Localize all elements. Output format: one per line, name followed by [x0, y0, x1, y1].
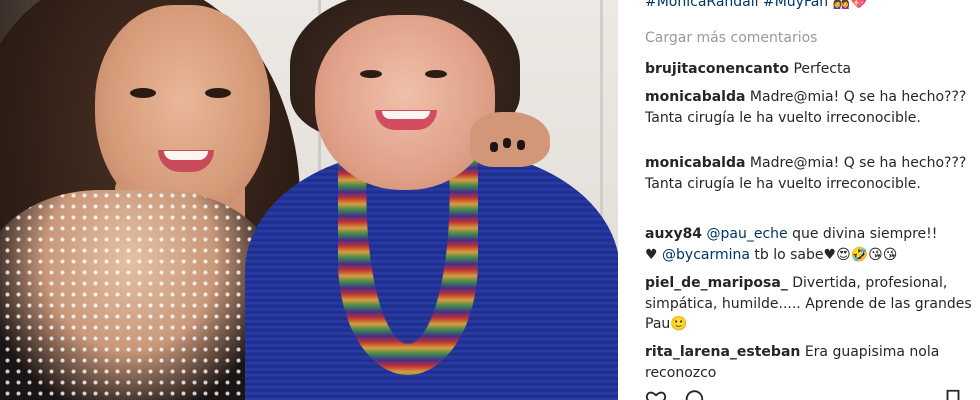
- left-person-smile: [164, 151, 208, 160]
- left-person-face: [95, 5, 270, 220]
- comment-item: auxy84 @pau_eche que divina siempre!! ♥ …: [645, 224, 975, 265]
- caption-emoji: 👩‍❤️‍👩💖: [832, 0, 868, 10]
- comment-text: Perfecta: [793, 61, 852, 77]
- caption-hashtags[interactable]: #MonicaRandall #MuyFan: [645, 0, 828, 10]
- post-photo[interactable]: [0, 0, 618, 400]
- post-actions-bar: [645, 382, 965, 400]
- right-person-smile: [382, 111, 430, 119]
- comment-username[interactable]: rita_larena_esteban: [645, 344, 800, 360]
- comment-item: monicabalda Madre@mia! Q se ha hecho??? …: [645, 87, 975, 128]
- load-more-comments-link[interactable]: Cargar más comentarios: [645, 30, 817, 46]
- right-person-face: [315, 15, 495, 190]
- comment-username[interactable]: brujitaconencanto: [645, 61, 789, 77]
- comment-mention[interactable]: @bycarmina: [662, 247, 750, 263]
- comment-username[interactable]: auxy84: [645, 226, 702, 242]
- comment-item: brujitaconencanto Perfecta: [645, 59, 975, 80]
- comment-emoji: 🙂: [670, 316, 688, 332]
- comments-panel: #MonicaRandall #MuyFan 👩‍❤️‍👩💖 Cargar má…: [630, 0, 980, 400]
- comment-text: tb lo sabe: [749, 246, 824, 263]
- fingernail: [517, 140, 525, 150]
- comment-text: que divina siempre!!: [787, 226, 938, 242]
- bookmark-icon[interactable]: [942, 388, 964, 400]
- fingernail: [490, 142, 498, 152]
- left-person-embellished-dress: [0, 190, 280, 400]
- comment-item: monicabalda Madre@mia! Q se ha hecho??? …: [645, 153, 975, 194]
- left-person-eye: [130, 88, 156, 98]
- comment-username[interactable]: monicabalda: [645, 155, 745, 171]
- post-caption: #MonicaRandall #MuyFan 👩‍❤️‍👩💖: [645, 0, 868, 10]
- comment-item: piel_de_mariposa_ Divertida, profesional…: [645, 273, 975, 335]
- comment-username[interactable]: monicabalda: [645, 89, 745, 105]
- comment-mention[interactable]: @pau_eche: [707, 226, 788, 242]
- comment-icon[interactable]: [683, 388, 705, 400]
- fingernail: [503, 138, 511, 148]
- heart-icon[interactable]: [645, 388, 667, 400]
- comment-username[interactable]: piel_de_mariposa_: [645, 275, 788, 291]
- right-person-eye: [425, 70, 447, 78]
- right-person-eye: [360, 70, 382, 78]
- comment-item: rita_larena_esteban Era guapisima nola r…: [645, 342, 975, 383]
- left-person-eye: [205, 88, 231, 98]
- heart-emoji: ♥: [645, 246, 658, 263]
- comment-emojis: ♥😍🤣😘😘: [823, 246, 898, 263]
